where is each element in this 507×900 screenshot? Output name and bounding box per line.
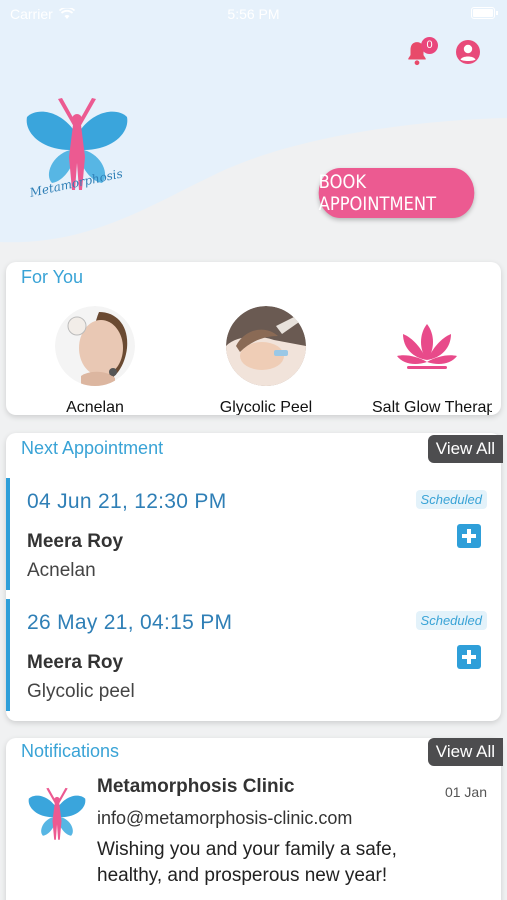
- for-you-title: For You: [21, 267, 84, 287]
- next-appointment-card: Next Appointment View All 04 Jun 21, 12:…: [6, 433, 503, 721]
- book-appointment-button[interactable]: BOOK APPOINTMENT: [318, 168, 475, 218]
- notifications-card: Notifications View All Metamorphosis Cli…: [6, 738, 503, 900]
- appointment-item[interactable]: 04 Jun 21, 12:30 PM Scheduled Meera Roy …: [6, 478, 501, 590]
- for-you-item[interactable]: Salt Glow Therapy: [362, 306, 492, 415]
- appointment-client: Meera Roy: [27, 652, 124, 673]
- for-you-label: Salt Glow Therapy: [372, 399, 492, 415]
- glycolic-peel-image: [226, 306, 306, 386]
- appointment-datetime: 26 May 21, 04:15 PM: [27, 611, 233, 634]
- clinic-logo: [28, 787, 86, 840]
- notification-sender: Metamorphosis Clinic: [97, 776, 295, 797]
- notification-date: 01 Jan: [444, 784, 487, 800]
- notification-count-badge: 0: [421, 37, 438, 54]
- appointment-service: Acnelan: [27, 560, 96, 581]
- battery-icon: [471, 7, 498, 19]
- profile-icon[interactable]: [455, 39, 481, 65]
- plus-icon[interactable]: [457, 645, 481, 669]
- appointments-view-all-button[interactable]: View All: [427, 435, 503, 463]
- for-you-label: Acnelan: [66, 399, 124, 415]
- for-you-item[interactable]: Acnelan: [20, 306, 170, 415]
- status-badge: Scheduled: [415, 611, 487, 630]
- for-you-card: For You Acnelan Glycolic Peel Salt Glow …: [6, 262, 501, 415]
- status-bar: Carrier 5:56 PM: [0, 0, 507, 28]
- appointment-service: Glycolic peel: [27, 681, 135, 702]
- notification-message: Wishing you and your family a safe, heal…: [97, 839, 397, 886]
- status-badge: Scheduled: [415, 490, 487, 509]
- appointment-client: Meera Roy: [27, 531, 124, 552]
- metamorphosis-logo: Metamorphosis: [26, 98, 128, 200]
- status-time: 5:56 PM: [227, 6, 280, 22]
- plus-icon[interactable]: [457, 524, 481, 548]
- for-you-item[interactable]: Glycolic Peel: [191, 306, 341, 415]
- appointment-datetime: 04 Jun 21, 12:30 PM: [27, 490, 227, 513]
- notification-email: info@metamorphosis-clinic.com: [97, 808, 353, 828]
- for-you-label: Glycolic Peel: [219, 399, 313, 415]
- next-appointment-title: Next Appointment: [21, 438, 164, 458]
- acnelan-image: [55, 306, 135, 386]
- lotus-icon: [387, 306, 467, 386]
- notifications-view-all-button[interactable]: View All: [427, 738, 503, 766]
- notifications-title: Notifications: [21, 741, 120, 761]
- appointment-item[interactable]: 26 May 21, 04:15 PM Scheduled Meera Roy …: [6, 599, 501, 711]
